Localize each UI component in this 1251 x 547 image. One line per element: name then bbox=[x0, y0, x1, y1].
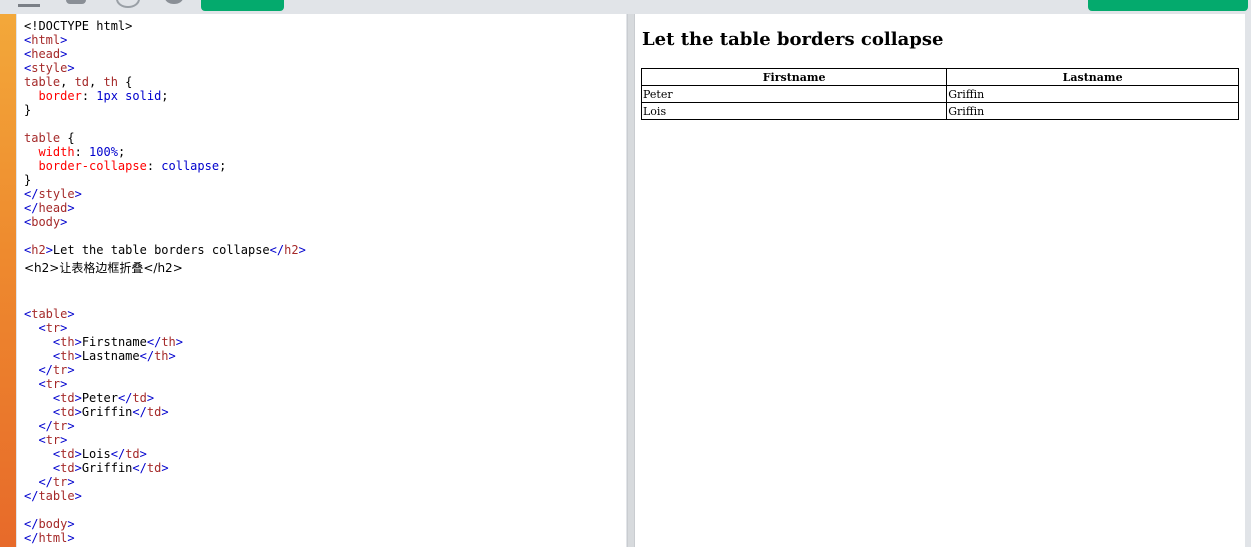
result-table: Firstname Lastname Peter Griffin Lois Gr… bbox=[640, 68, 1239, 120]
code-line: </tr> bbox=[38, 475, 75, 489]
code-line: <h2>让表格边框折叠</h2> bbox=[24, 261, 183, 275]
code-line: </head> bbox=[24, 201, 75, 215]
code-line: width: 100%; bbox=[38, 145, 126, 159]
code-line: } bbox=[24, 173, 32, 187]
code-line: <html> bbox=[24, 33, 68, 47]
code-line: <h2>Let the table borders collapse</h2> bbox=[24, 243, 306, 257]
code-content[interactable]: <!DOCTYPE html> <html> <head> <style> table,… bbox=[24, 19, 306, 545]
code-line: <body> bbox=[24, 215, 68, 229]
left-edge-decoration bbox=[0, 14, 16, 547]
code-line: <!DOCTYPE html> bbox=[24, 19, 133, 33]
code-line: border-collapse: collapse; bbox=[38, 159, 227, 173]
code-line: <td>Griffin</td> bbox=[52, 461, 169, 475]
code-line: <style> bbox=[24, 61, 75, 75]
code-line: </html> bbox=[24, 531, 75, 545]
code-line: <table> bbox=[24, 307, 75, 321]
cell-firstname: Peter bbox=[640, 85, 948, 103]
result-heading: Let the table borders collapse bbox=[642, 29, 944, 50]
header-firstname: Firstname bbox=[640, 68, 948, 86]
table-header-row: Firstname Lastname bbox=[640, 68, 1239, 86]
right-edge bbox=[1245, 14, 1251, 547]
get-website-button[interactable] bbox=[1088, 0, 1248, 11]
code-line: <head> bbox=[24, 47, 68, 61]
cell-firstname: Lois bbox=[640, 102, 948, 120]
code-line: </tr> bbox=[38, 363, 75, 377]
home-icon[interactable] bbox=[66, 0, 86, 4]
cell-lastname: Griffin bbox=[946, 102, 1239, 120]
code-line: <td>Griffin</td> bbox=[52, 405, 169, 419]
code-line: </tr> bbox=[38, 419, 75, 433]
code-line: </table> bbox=[24, 489, 82, 503]
menu-icon[interactable] bbox=[18, 0, 40, 7]
table-row: Peter Griffin bbox=[640, 85, 1239, 103]
code-line: <tr> bbox=[38, 433, 68, 447]
code-line: </body> bbox=[24, 517, 75, 531]
theme-icon[interactable] bbox=[116, 0, 140, 8]
info-icon[interactable] bbox=[165, 0, 183, 4]
code-line: <th>Lastname</th> bbox=[52, 349, 176, 363]
code-line: <tr> bbox=[38, 321, 68, 335]
code-line: <tr> bbox=[38, 377, 68, 391]
code-line: <th>Firstname</th> bbox=[52, 335, 183, 349]
pane-splitter[interactable] bbox=[627, 14, 635, 547]
code-editor[interactable]: <!DOCTYPE html> <html> <head> <style> table,… bbox=[17, 14, 626, 547]
code-line: table, td, th { bbox=[24, 75, 133, 89]
top-toolbar bbox=[0, 0, 1251, 14]
result-pane: Let the table borders collapse Firstname… bbox=[635, 14, 1245, 547]
code-line: table { bbox=[24, 131, 75, 145]
code-line: <td>Peter</td> bbox=[52, 391, 155, 405]
table-row: Lois Griffin bbox=[640, 102, 1239, 120]
run-button[interactable] bbox=[201, 0, 284, 11]
code-line: } bbox=[24, 103, 32, 117]
result-size-label bbox=[955, 0, 1080, 3]
code-line: </style> bbox=[24, 187, 82, 201]
cell-lastname: Griffin bbox=[946, 85, 1239, 103]
code-line: border: 1px solid; bbox=[38, 89, 169, 103]
code-line: <td>Lois</td> bbox=[52, 447, 147, 461]
header-lastname: Lastname bbox=[946, 68, 1239, 86]
